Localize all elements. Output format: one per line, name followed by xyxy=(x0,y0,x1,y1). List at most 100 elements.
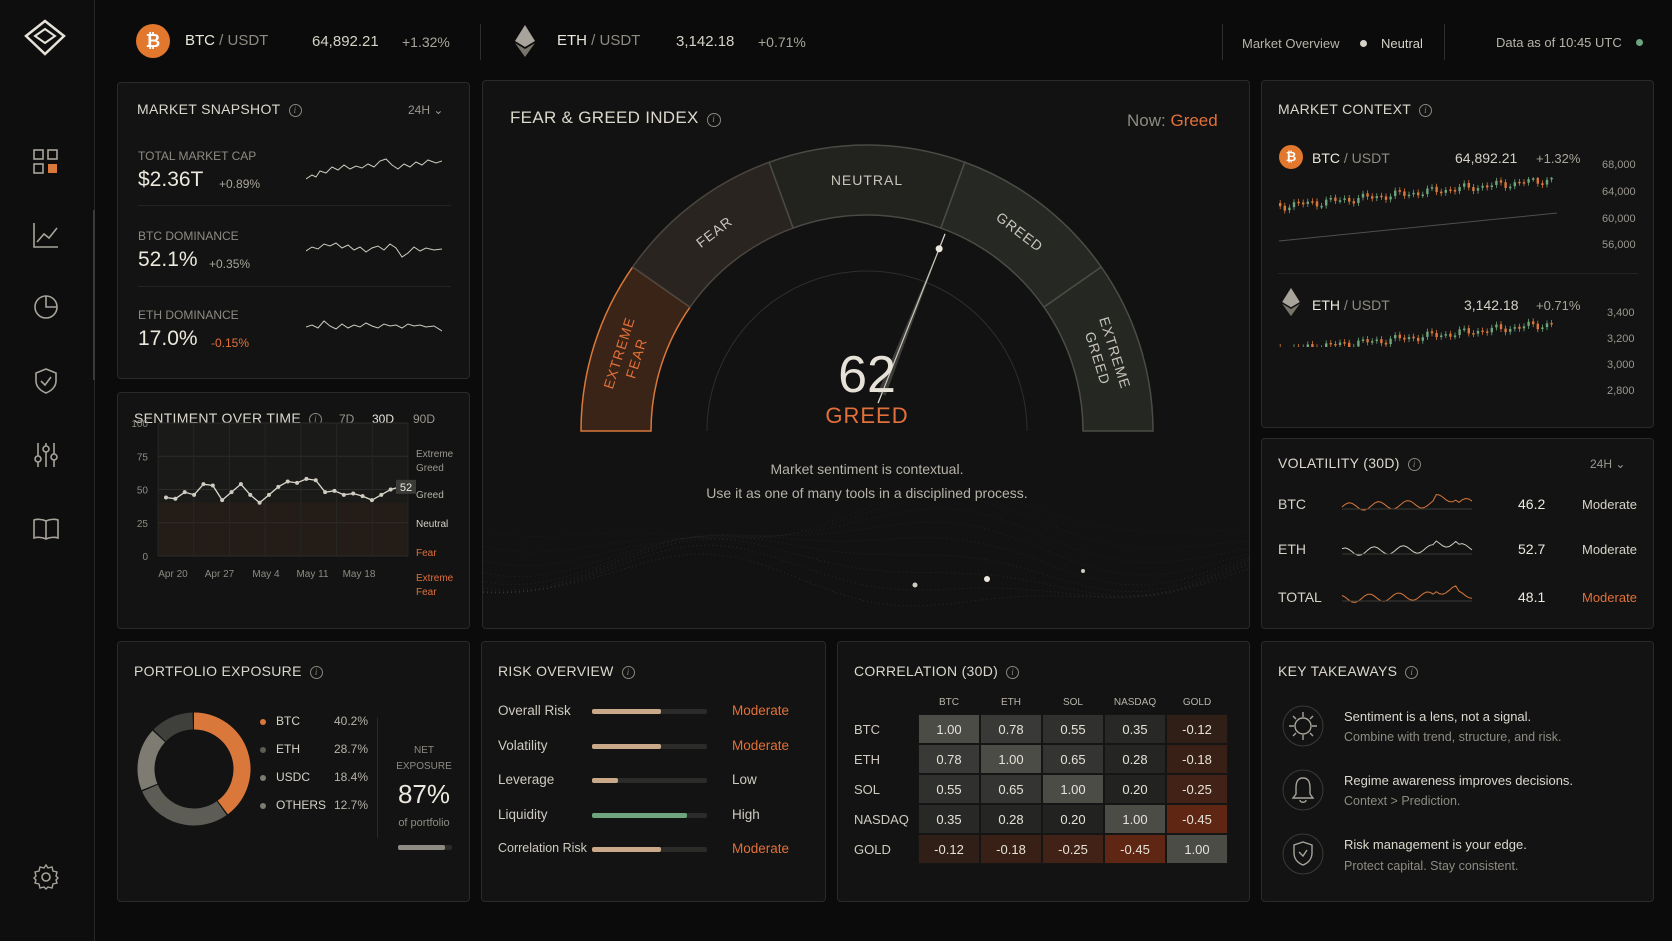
corr-cell[interactable]: 0.28 xyxy=(1104,744,1166,774)
donut-slice-eth[interactable] xyxy=(142,784,227,826)
snapshot-value-btc-dominance: 52.1% xyxy=(138,248,198,271)
top-btc-pair[interactable]: BTC / USDT xyxy=(185,32,268,49)
candle xyxy=(1449,333,1452,337)
eth-coin-icon xyxy=(515,25,535,57)
logo-icon[interactable] xyxy=(22,18,68,58)
sentiment-point[interactable] xyxy=(323,490,328,495)
candle xyxy=(1541,327,1544,330)
snapshot-range-select[interactable]: 24H ⌄ xyxy=(408,103,443,117)
sentiment-point[interactable] xyxy=(360,494,365,499)
donut-slice-usdc[interactable] xyxy=(137,730,166,791)
candle xyxy=(1435,332,1438,338)
sentiment-point[interactable] xyxy=(304,476,309,481)
corr-cell[interactable]: 0.20 xyxy=(1042,804,1104,834)
corr-cell[interactable]: 0.35 xyxy=(1104,714,1166,744)
candle xyxy=(1348,342,1351,347)
chart-line-icon[interactable] xyxy=(31,220,61,250)
sentiment-point[interactable] xyxy=(201,482,206,487)
info-icon[interactable]: i xyxy=(1419,104,1433,117)
corr-cell[interactable]: 0.28 xyxy=(980,804,1042,834)
market-context-title: MARKET CONTEXT i xyxy=(1278,101,1433,117)
corr-cell[interactable]: -0.18 xyxy=(1166,744,1228,774)
corr-cell[interactable]: -0.18 xyxy=(980,834,1042,864)
sentiment-point[interactable] xyxy=(238,482,243,487)
info-icon[interactable]: i xyxy=(309,666,323,679)
sentiment-point[interactable] xyxy=(313,478,318,483)
risk-level: Moderate xyxy=(732,703,790,718)
risk-bar xyxy=(592,743,707,749)
donut-slice-others[interactable] xyxy=(153,712,194,742)
corr-cell[interactable]: -0.45 xyxy=(1166,804,1228,834)
sentiment-panel: SENTIMENT OVER TIME i 7D 30D 90D 100 75 50 2… xyxy=(117,392,470,629)
legend-pct[interactable]: 12.7% xyxy=(334,798,368,812)
sentiment-point[interactable] xyxy=(210,483,215,488)
corr-cell[interactable]: 0.35 xyxy=(918,804,980,834)
corr-cell[interactable]: -0.12 xyxy=(1166,714,1228,744)
corr-cell[interactable]: 1.00 xyxy=(918,714,980,744)
sentiment-point[interactable] xyxy=(369,498,374,503)
sentiment-point[interactable] xyxy=(266,492,271,497)
market-cap-sparkline xyxy=(306,158,442,180)
book-icon[interactable] xyxy=(31,514,61,544)
donut-slice-btc[interactable] xyxy=(193,712,251,815)
candle xyxy=(1412,192,1415,195)
corr-cell[interactable]: -0.25 xyxy=(1166,774,1228,804)
sentiment-point[interactable] xyxy=(295,480,300,485)
corr-cell[interactable]: 0.65 xyxy=(1042,744,1104,774)
sentiment-point[interactable] xyxy=(229,490,234,495)
pie-chart-icon[interactable] xyxy=(31,292,61,322)
corr-cell[interactable]: 1.00 xyxy=(1104,804,1166,834)
sentiment-point[interactable] xyxy=(341,492,346,497)
corr-cell[interactable]: 1.00 xyxy=(1042,774,1104,804)
info-icon[interactable]: i xyxy=(1006,666,1020,679)
sentiment-point[interactable] xyxy=(276,484,281,489)
corr-col-header: NASDAQ xyxy=(1113,697,1157,708)
corr-cell[interactable]: 0.55 xyxy=(918,774,980,804)
zone-label-extreme-greed-2: Greed xyxy=(416,463,444,474)
sentiment-point[interactable] xyxy=(379,492,384,497)
legend-pct[interactable]: 18.4% xyxy=(334,770,368,784)
top-eth-price: 3,142.18 xyxy=(676,33,735,50)
corr-cell[interactable]: 0.78 xyxy=(918,744,980,774)
info-icon[interactable]: i xyxy=(288,104,302,117)
candle xyxy=(1499,180,1503,183)
sentiment-point[interactable] xyxy=(220,498,225,503)
info-icon[interactable]: i xyxy=(621,666,635,679)
top-eth-pair[interactable]: ETH / USDT xyxy=(557,32,640,49)
corr-cell[interactable]: 0.78 xyxy=(980,714,1042,744)
corr-cell[interactable]: 0.20 xyxy=(1104,774,1166,804)
sentiment-point[interactable] xyxy=(332,488,337,493)
corr-cell[interactable]: 1.00 xyxy=(980,744,1042,774)
corr-cell[interactable]: 1.00 xyxy=(1166,834,1228,864)
corr-cell[interactable]: -0.25 xyxy=(1042,834,1104,864)
sentiment-point[interactable] xyxy=(192,492,197,497)
info-icon[interactable]: i xyxy=(706,113,721,127)
sentiment-point[interactable] xyxy=(388,487,393,492)
sliders-icon[interactable] xyxy=(31,440,61,470)
legend-pct[interactable]: 40.2% xyxy=(334,714,368,728)
corr-cell[interactable]: 0.65 xyxy=(980,774,1042,804)
candle xyxy=(1513,182,1516,187)
sentiment-point[interactable] xyxy=(285,479,290,484)
sentiment-point[interactable] xyxy=(173,496,178,501)
corr-cell[interactable]: -0.45 xyxy=(1104,834,1166,864)
sentiment-point[interactable] xyxy=(164,495,168,500)
candle xyxy=(1421,194,1424,197)
legend-name: OTHERS xyxy=(276,798,327,812)
candle xyxy=(1389,338,1392,345)
candle xyxy=(1444,189,1447,193)
vol-value-total: 48.1 xyxy=(1518,589,1546,605)
legend-pct[interactable]: 28.7% xyxy=(334,742,368,756)
sentiment-point[interactable] xyxy=(182,490,187,495)
takeaways-panel: KEY TAKEAWAYS i Sentiment is a lens, not … xyxy=(1261,641,1654,902)
info-icon[interactable]: i xyxy=(1405,666,1419,679)
candle xyxy=(1371,341,1374,343)
dashboard-icon[interactable] xyxy=(31,147,61,177)
sentiment-point[interactable] xyxy=(248,492,253,497)
settings-gear-icon[interactable] xyxy=(31,862,61,892)
corr-cell[interactable]: -0.12 xyxy=(918,834,980,864)
sentiment-point[interactable] xyxy=(351,491,356,496)
corr-cell[interactable]: 0.55 xyxy=(1042,714,1104,744)
sentiment-point[interactable] xyxy=(257,500,262,505)
shield-check-icon[interactable] xyxy=(31,366,61,396)
